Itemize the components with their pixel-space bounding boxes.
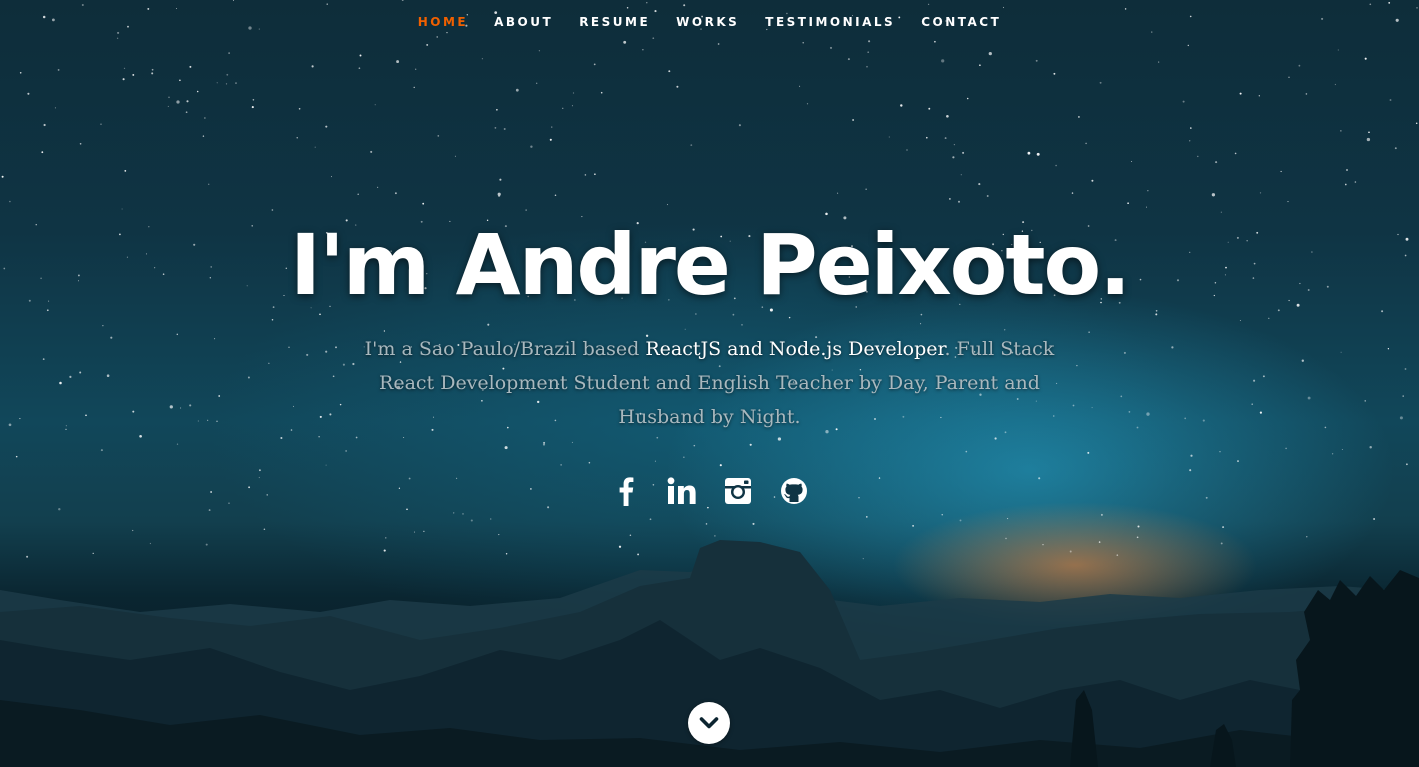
linkedin-icon [667,477,696,504]
facebook-icon [619,477,633,506]
nav-item-resume: RESUME [566,0,663,44]
instagram-link[interactable] [721,474,755,508]
nav-item-home: HOME [405,0,481,44]
intro-paragraph: I'm a Sao Paulo/Brazil based ReactJS and… [350,332,1070,434]
nav-list: HOME ABOUT RESUME WORKS TESTIMONIALS CONTACT [405,0,1015,44]
intro-highlight-role: ReactJS and Node.js Developer [645,338,945,360]
linkedin-link[interactable] [665,474,699,508]
nav-link-testimonials[interactable]: TESTIMONIALS [752,0,908,44]
nav-link-resume[interactable]: RESUME [566,0,663,44]
github-icon [780,478,807,504]
github-link[interactable] [777,474,811,508]
banner: I'm Andre Peixoto. I'm a Sao Paulo/Brazi… [0,212,1419,508]
social-links [0,474,1419,508]
nav-link-works[interactable]: WORKS [663,0,752,44]
page-headline: I'm Andre Peixoto. [289,216,1131,314]
scroll-down-button[interactable] [688,702,730,744]
nav-item-about: ABOUT [481,0,566,44]
nav-link-about[interactable]: ABOUT [481,0,566,44]
nav-link-home[interactable]: HOME [405,0,481,44]
intro-text-before: I'm a Sao Paulo/Brazil based [364,338,646,360]
nav-item-testimonials: TESTIMONIALS [752,0,908,44]
nav-link-contact[interactable]: CONTACT [908,0,1014,44]
nav-item-works: WORKS [663,0,752,44]
chevron-down-icon [699,717,719,729]
hero-section: HOME ABOUT RESUME WORKS TESTIMONIALS CONTACT … [0,0,1419,767]
facebook-link[interactable] [609,474,643,508]
main-navigation: HOME ABOUT RESUME WORKS TESTIMONIALS CONTACT [0,0,1419,44]
nav-item-contact: CONTACT [908,0,1014,44]
instagram-icon [724,478,751,504]
